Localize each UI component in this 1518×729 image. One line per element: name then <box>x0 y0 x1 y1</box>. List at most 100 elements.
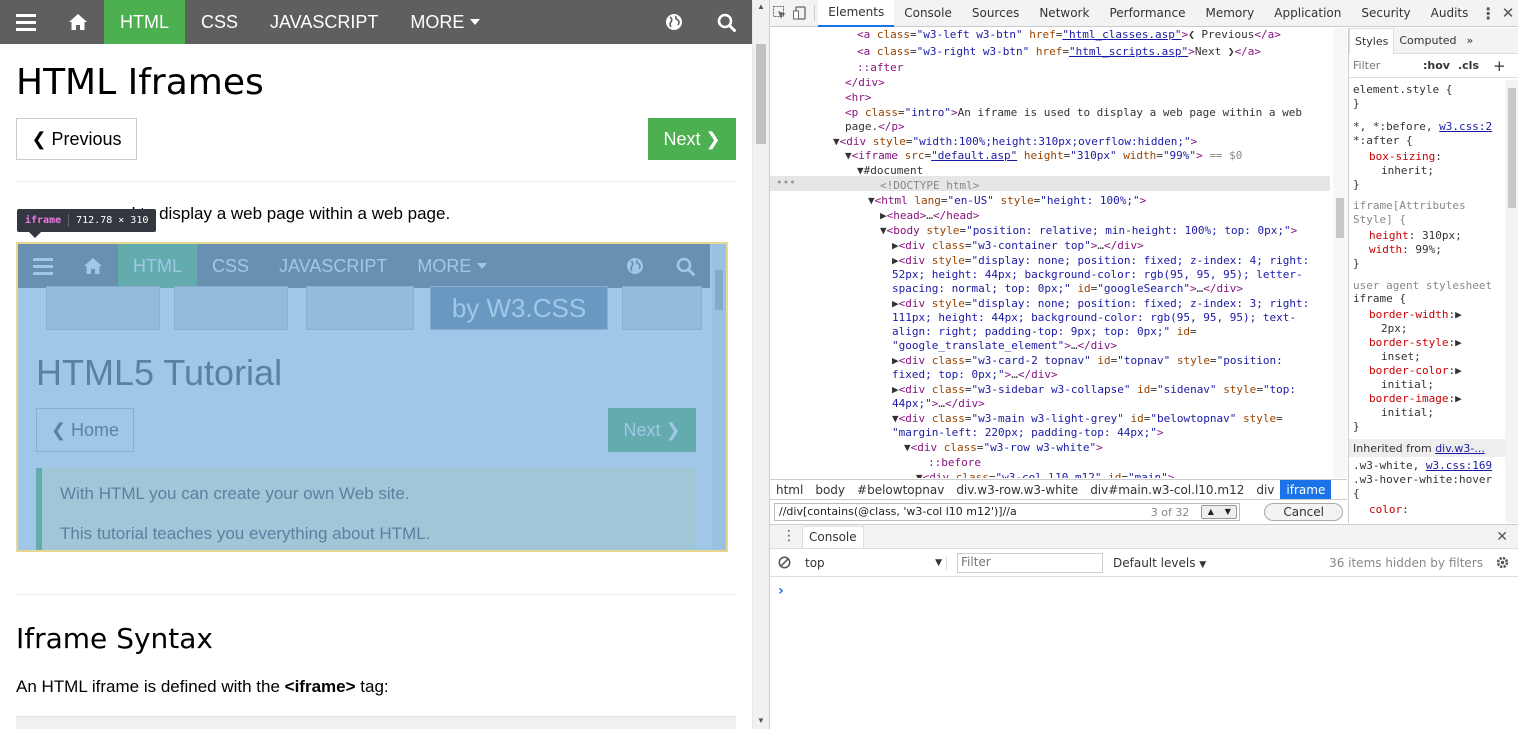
tab-network[interactable]: Network <box>1029 0 1099 27</box>
crumb-iframe[interactable]: iframe <box>1280 479 1332 500</box>
dom-line[interactable]: ::before <box>928 456 981 470</box>
settings-gear-icon[interactable] <box>1495 555 1510 570</box>
close-devtools-button[interactable]: ✕ <box>1498 0 1518 27</box>
previous-button[interactable]: ❮ Previous <box>16 118 137 160</box>
iframe-home-button[interactable] <box>68 244 118 288</box>
w3css-banner[interactable]: by W3.CSS <box>430 286 608 330</box>
style-rule[interactable]: *, *:before, w3.css:2 <box>1353 120 1492 134</box>
thumbnail[interactable] <box>46 286 160 330</box>
iframe-preview[interactable]: HTML CSS JAVASCRIPT MORE by W3.CSS HTML5… <box>16 242 728 552</box>
crumb-w3-row[interactable]: div.w3-row.w3-white <box>950 480 1084 500</box>
hover-state-toggle[interactable]: :hov <box>1423 59 1450 72</box>
crumb-body[interactable]: body <box>809 480 851 500</box>
crumb-main[interactable]: div#main.w3-col.l10.m12 <box>1084 480 1250 500</box>
dom-line[interactable]: page.</p> <box>845 120 905 134</box>
search-button[interactable] <box>700 0 752 44</box>
dom-line[interactable]: 52px; height: 44px; background-color: rg… <box>892 268 1303 282</box>
dom-line[interactable]: ▼<html lang="en-US" style="height: 100%;… <box>868 194 1146 208</box>
dom-line[interactable]: </div> <box>845 76 885 90</box>
tab-audits[interactable]: Audits <box>1421 0 1479 27</box>
tab-sources[interactable]: Sources <box>962 0 1029 27</box>
tab-console-drawer[interactable]: Console <box>802 525 864 548</box>
drawer-menu-icon[interactable]: ⋮ <box>782 528 796 544</box>
elements-scrollbar[interactable] <box>1333 28 1347 478</box>
elements-dom-tree[interactable]: ••• <a class="w3-left w3-btn" href="html… <box>770 28 1347 478</box>
translate-button[interactable] <box>648 0 700 44</box>
context-select[interactable]: top ▼ <box>805 555 947 570</box>
dom-line[interactable]: ▼<div class="w3-row w3-white"> <box>904 441 1103 455</box>
styles-scrollbar[interactable] <box>1505 80 1518 523</box>
inherited-link[interactable]: div.w3-... <box>1435 442 1485 455</box>
style-rule[interactable]: initial; <box>1381 406 1434 420</box>
iframe-next-button[interactable]: Next ❯ <box>608 408 696 452</box>
dom-line[interactable]: fixed; top: 0px;">…</div> <box>892 368 1058 382</box>
dom-line[interactable]: ▶<div class="w3-sidebar w3-collapse" id=… <box>892 383 1296 397</box>
dom-line[interactable]: ▶<div style="display: none; position: fi… <box>892 254 1309 268</box>
dom-line[interactable]: ▼<body style="position: relative; min-he… <box>880 224 1297 238</box>
dom-line[interactable]: ▶<div class="w3-container top">…</div> <box>892 239 1144 253</box>
crumb-div[interactable]: div <box>1250 480 1280 500</box>
nav-html[interactable]: HTML <box>104 0 185 44</box>
style-rule[interactable]: box-sizing: <box>1369 150 1442 164</box>
nav-javascript[interactable]: JAVASCRIPT <box>254 0 394 44</box>
iframe-nav-javascript[interactable]: JAVASCRIPT <box>264 244 402 288</box>
dom-line[interactable]: ▼#document <box>857 164 923 178</box>
menu-button[interactable] <box>0 0 52 44</box>
dom-line[interactable]: ▼<div style="width:100%;height:310px;ove… <box>833 135 1197 149</box>
add-rule-icon[interactable]: + <box>1493 57 1506 75</box>
home-button[interactable] <box>52 0 104 44</box>
style-rule[interactable]: border-width:▶ <box>1369 308 1462 322</box>
console-filter-input[interactable]: Filter <box>957 552 1103 573</box>
iframe-scrollbar[interactable] <box>712 244 726 550</box>
scroll-up-icon[interactable]: ▲ <box>757 2 765 12</box>
dom-line[interactable]: spacing: normal; top: 0px;" id="googleSe… <box>892 282 1243 296</box>
chevron-down-icon[interactable]: ▼ <box>1225 507 1231 516</box>
dom-line[interactable]: 111px; height: 44px; background-color: r… <box>892 311 1296 325</box>
more-tabs-button[interactable]: » <box>1462 28 1479 54</box>
tab-application[interactable]: Application <box>1264 0 1351 27</box>
iframe-home-nav-button[interactable]: ❮ Home <box>36 408 134 452</box>
clear-console-icon[interactable] <box>778 556 791 569</box>
iframe-nav-html[interactable]: HTML <box>118 244 197 288</box>
tab-memory[interactable]: Memory <box>1195 0 1264 27</box>
dom-line[interactable]: ▶<div style="display: none; position: fi… <box>892 297 1309 311</box>
dom-line[interactable]: ▶<head>…</head> <box>880 209 979 223</box>
iframe-search-button[interactable] <box>660 244 710 288</box>
dom-line[interactable]: align: right; padding-top: 9px; top: 0px… <box>892 325 1197 339</box>
console-prompt[interactable]: › <box>778 583 784 599</box>
dom-line-selected[interactable]: ▼<iframe src="default.asp" height="310px… <box>845 149 1242 163</box>
style-rule[interactable]: width: 99%; <box>1369 243 1442 257</box>
xpath-search-input[interactable]: //div[contains(@class, 'w3-col l10 m12')… <box>774 502 1241 521</box>
style-rule[interactable]: .w3-hover-white:hover <box>1353 473 1492 487</box>
tab-styles[interactable]: Styles <box>1349 28 1395 54</box>
nav-css[interactable]: CSS <box>185 0 254 44</box>
iframe-translate-button[interactable] <box>610 244 660 288</box>
style-rule[interactable]: element.style { <box>1353 83 1452 97</box>
dom-line[interactable]: <hr> <box>845 91 872 105</box>
style-rule[interactable]: *:after { <box>1353 134 1413 148</box>
style-rule[interactable]: color: <box>1369 503 1409 517</box>
dom-line[interactable]: "google_translate_element">…</div> <box>892 339 1117 353</box>
dom-line[interactable]: "margin-left: 220px; padding-top: 44px;"… <box>892 426 1164 440</box>
search-nav-arrows[interactable]: ▲ ▼ <box>1201 504 1238 519</box>
iframe-nav-css[interactable]: CSS <box>197 244 264 288</box>
nav-more[interactable]: MORE <box>394 0 496 44</box>
tab-console[interactable]: Console <box>894 0 962 27</box>
thumbnail[interactable] <box>306 286 414 330</box>
tab-elements[interactable]: Elements <box>818 0 895 27</box>
dom-line[interactable]: ▼<div class="w3-col l10 m12" id="main"> <box>916 471 1174 478</box>
dom-line[interactable]: <!DOCTYPE html> <box>880 179 979 193</box>
node-options-icon[interactable]: ••• <box>776 176 796 190</box>
tab-performance[interactable]: Performance <box>1099 0 1195 27</box>
tab-computed[interactable]: Computed <box>1394 28 1461 54</box>
close-icon[interactable]: ✕ <box>1496 529 1508 545</box>
iframe-nav-more[interactable]: MORE <box>402 244 502 288</box>
dom-line[interactable]: ▼<div class="w3-main w3-light-grey" id="… <box>892 412 1283 426</box>
page-scrollbar[interactable]: ▲ ▼ <box>752 0 769 729</box>
scroll-thumb[interactable] <box>756 44 766 144</box>
crumb-html[interactable]: html <box>770 480 809 500</box>
iframe-menu-button[interactable] <box>18 244 68 288</box>
dom-line[interactable]: 44px;">…</div> <box>892 397 985 411</box>
dom-line[interactable]: <a class="w3-right w3-btn" href="html_sc… <box>857 45 1261 59</box>
inspect-element-button[interactable] <box>770 0 790 27</box>
